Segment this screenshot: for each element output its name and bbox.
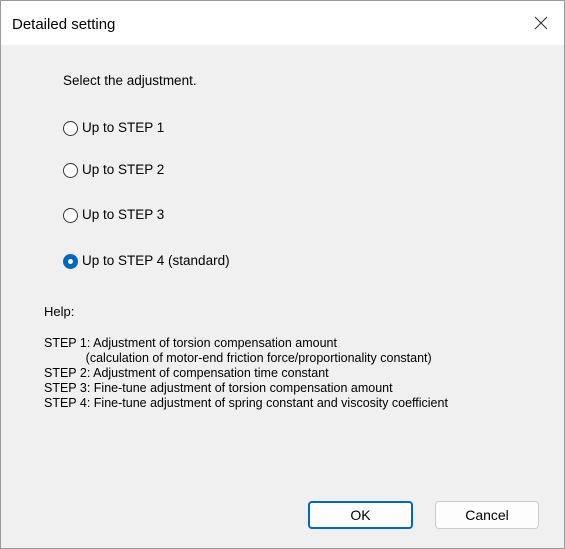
radio-label: Up to STEP 4 (standard): [82, 253, 230, 268]
radio-button[interactable]: [63, 120, 78, 136]
help-line-step-3: STEP 3: Fine-tune adjustment of torsion …: [44, 381, 393, 395]
radio-step-1[interactable]: Up to STEP 1: [63, 118, 164, 138]
help-line-step-1: STEP 1: Adjustment of torsion compensati…: [44, 336, 337, 350]
help-heading: Help:: [44, 304, 75, 319]
radio-step-4-standard[interactable]: Up to STEP 4 (standard): [63, 251, 230, 271]
ok-button[interactable]: OK: [308, 501, 413, 529]
help-text: STEP 1: Adjustment of torsion compensati…: [44, 336, 448, 411]
dialog-title: Detailed setting: [12, 16, 116, 33]
close-button[interactable]: [518, 1, 564, 45]
help-line-step-2: STEP 2: Adjustment of compensation time …: [44, 366, 329, 380]
help-line-step-4: STEP 4: Fine-tune adjustment of spring c…: [44, 396, 448, 410]
radio-button[interactable]: [63, 162, 78, 178]
close-icon: [534, 16, 548, 30]
radio-button[interactable]: [63, 207, 78, 223]
help-line-step-1-detail: (calculation of motor-end friction force…: [44, 351, 432, 365]
detailed-setting-dialog: Detailed setting Select the adjustment. …: [0, 0, 565, 549]
radio-label: Up to STEP 1: [82, 120, 165, 135]
radio-label: Up to STEP 3: [82, 207, 165, 222]
title-bar: Detailed setting: [1, 1, 564, 45]
select-adjustment-prompt: Select the adjustment.: [63, 73, 197, 88]
cancel-button[interactable]: Cancel: [435, 501, 539, 529]
radio-step-3[interactable]: Up to STEP 3: [63, 205, 164, 225]
radio-label: Up to STEP 2: [82, 162, 165, 177]
radio-button-selected[interactable]: [63, 253, 78, 269]
radio-step-2[interactable]: Up to STEP 2: [63, 160, 164, 180]
